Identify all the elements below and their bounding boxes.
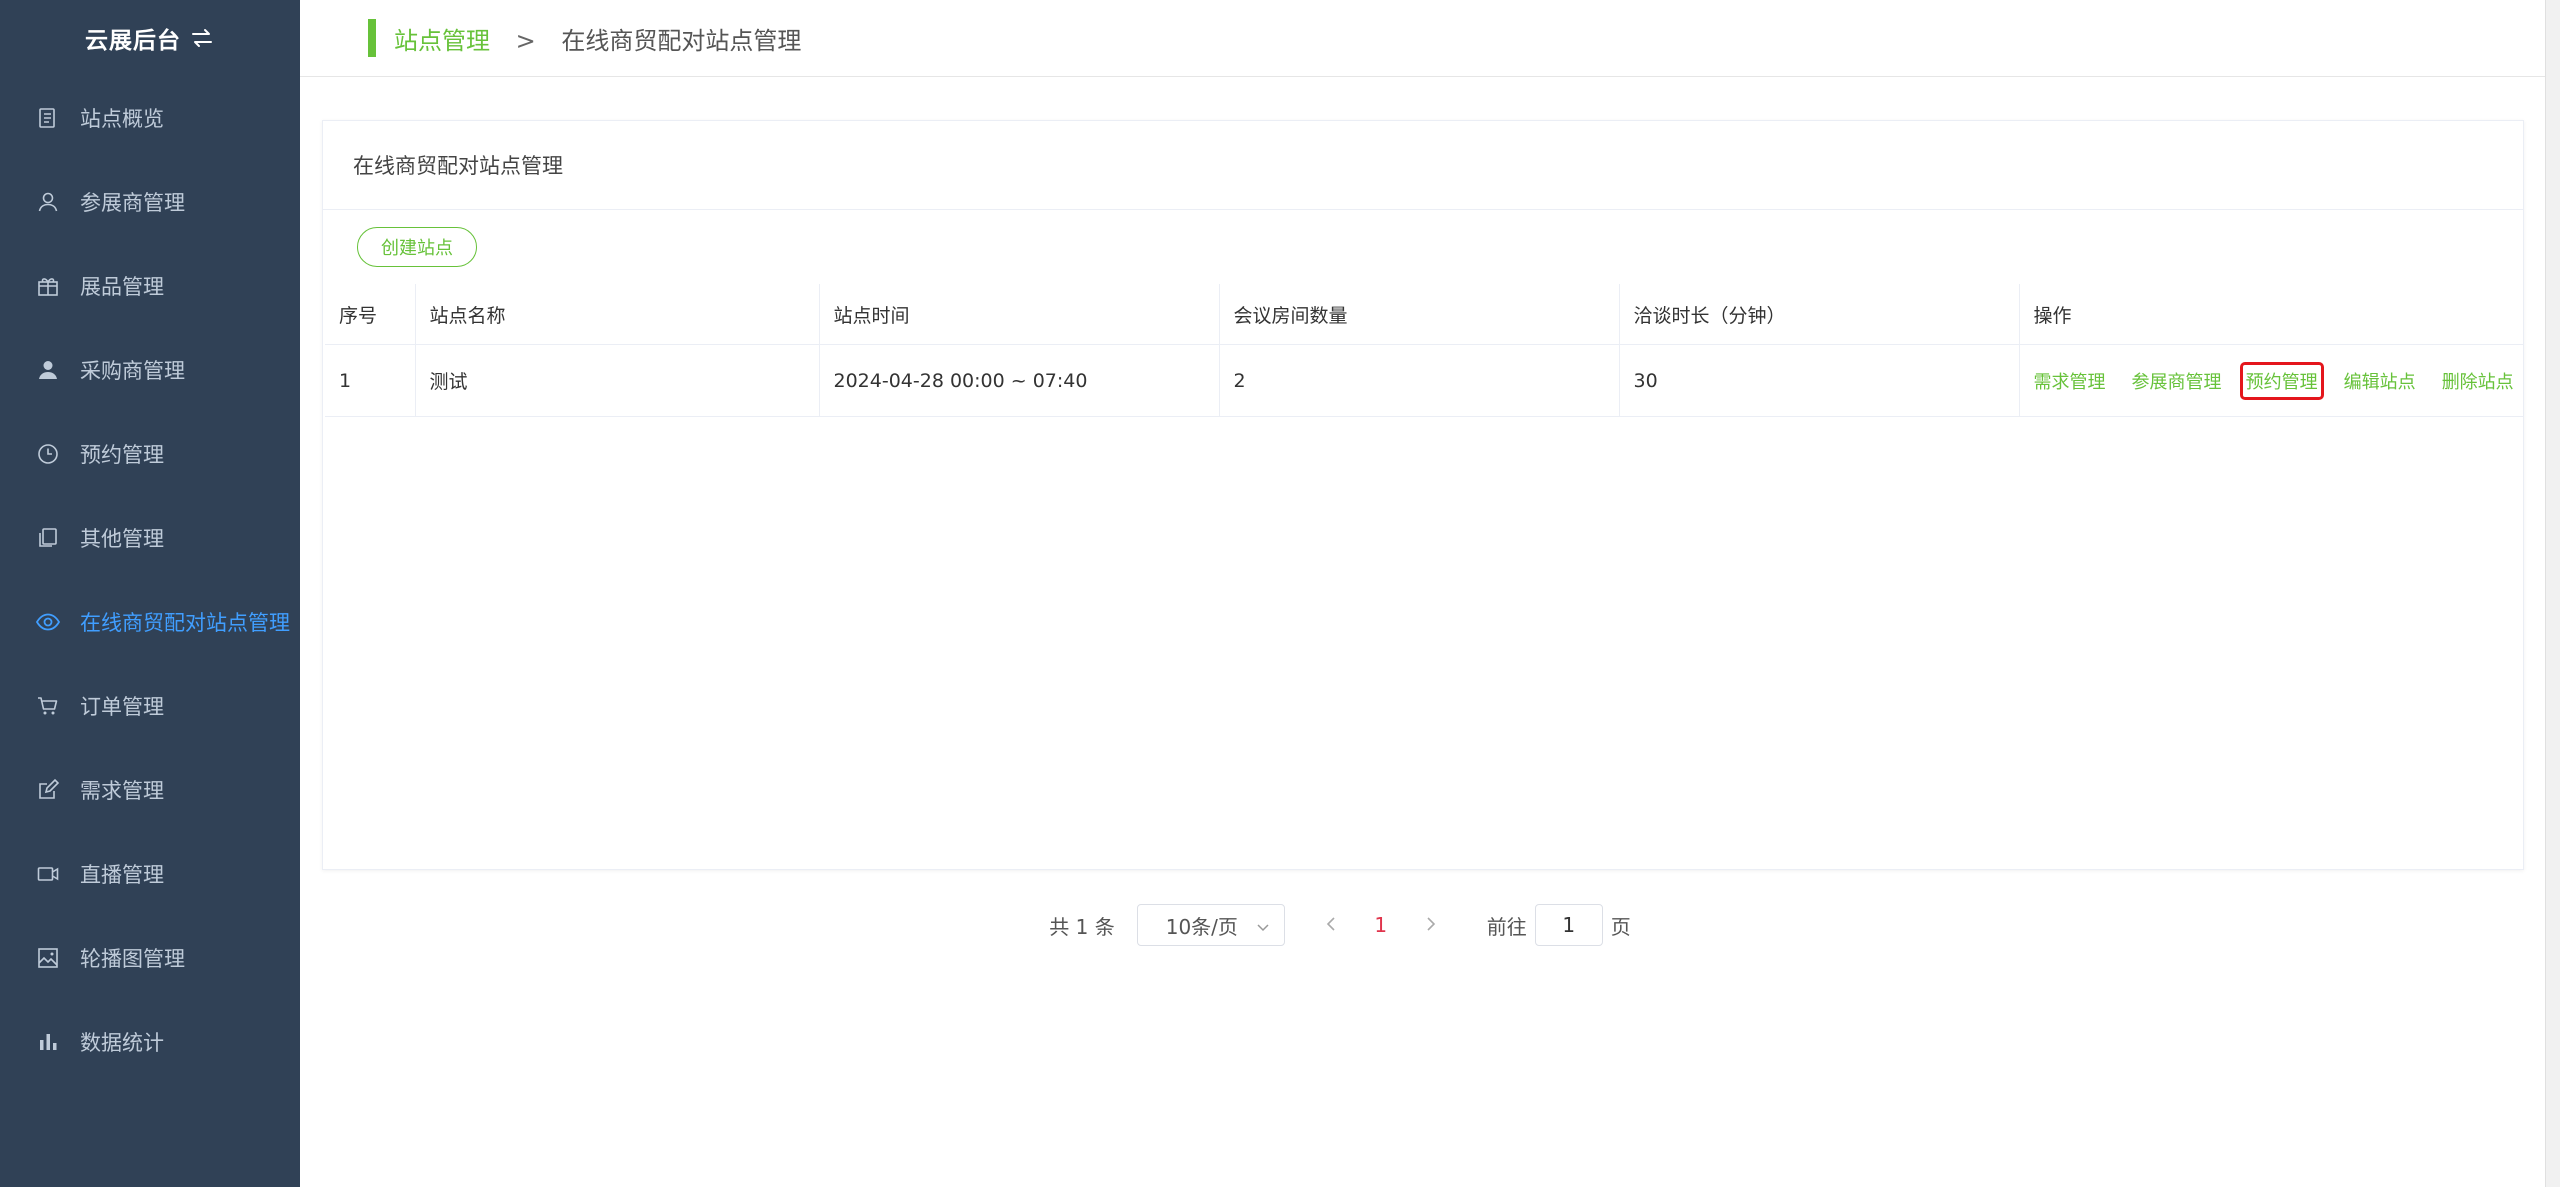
page-size-value: 10条/页 [1165, 914, 1238, 939]
sidebar-item-label: 参展商管理 [80, 191, 185, 215]
sidebar-item-demands[interactable]: 需求管理 [0, 748, 300, 832]
sidebar-item-orders[interactable]: 订单管理 [0, 664, 300, 748]
sidebar-item-label: 站点概览 [80, 107, 164, 131]
user-icon [34, 188, 62, 216]
video-icon [34, 860, 62, 888]
sidebar-item-exhibitors[interactable]: 参展商管理 [0, 160, 300, 244]
cart-icon [34, 692, 62, 720]
brand: 云展后台 [0, 0, 300, 76]
column-header-index: 序号 [325, 284, 416, 345]
sidebar-item-statistics[interactable]: 数据统计 [0, 1000, 300, 1084]
sidebar-item-label: 采购商管理 [80, 359, 185, 383]
sidebar-item-label: 在线商贸配对站点管理 [80, 611, 290, 635]
breadcrumb: 站点管理 > 在线商贸配对站点管理 [394, 21, 801, 56]
cell-rooms: 2 [1219, 344, 1620, 417]
pagination: 共 1 条 10条/页 1 前往 页 [0, 900, 2560, 950]
column-header-rooms: 会议房间数量 [1219, 284, 1620, 345]
cell-actions: 需求管理 参展商管理 预约管理 编辑站点 删除站点 [2019, 344, 2523, 417]
sidebar-item-site-overview[interactable]: 站点概览 [0, 76, 300, 160]
prev-page-button[interactable] [1311, 913, 1351, 938]
copy-icon [34, 524, 62, 552]
sidebar-item-label: 订单管理 [80, 695, 164, 719]
pagination-total: 共 1 条 [1049, 914, 1115, 939]
next-page-button[interactable] [1411, 913, 1451, 938]
goto-label: 前往 [1486, 914, 1527, 939]
column-header-actions: 操作 [2019, 284, 2523, 345]
column-header-name: 站点名称 [415, 284, 820, 345]
sidebar-item-label: 预约管理 [80, 443, 164, 467]
sidebar-item-products[interactable]: 展品管理 [0, 244, 300, 328]
eye-icon [34, 608, 62, 636]
site-list-card: 在线商贸配对站点管理 创建站点 序号 站点名称 站点时间 会议房间数量 洽谈时长… [322, 120, 2524, 870]
edit-icon [34, 776, 62, 804]
site-table: 序号 站点名称 站点时间 会议房间数量 洽谈时长（分钟） 操作 1 测试 202… [325, 284, 2523, 417]
sidebar-item-label: 数据统计 [80, 1031, 164, 1055]
page-scrollbar[interactable] [2545, 0, 2560, 1187]
cell-time: 2024-04-28 00:00 ~ 07:40 [819, 344, 1220, 417]
sidebar-item-others[interactable]: 其他管理 [0, 496, 300, 580]
document-icon [34, 104, 62, 132]
breadcrumb-parent[interactable]: 站点管理 [394, 27, 490, 55]
chevron-down-icon [1256, 913, 1270, 937]
cell-index: 1 [325, 344, 416, 417]
demand-manage-link[interactable]: 需求管理 [2034, 368, 2106, 394]
create-site-button[interactable]: 创建站点 [357, 227, 477, 267]
person-icon [34, 356, 62, 384]
sidebar-item-matchmaking-sites[interactable]: 在线商贸配对站点管理 [0, 580, 300, 664]
table-header-row: 序号 站点名称 站点时间 会议房间数量 洽谈时长（分钟） 操作 [325, 284, 2523, 345]
table-row: 1 测试 2024-04-28 00:00 ~ 07:40 2 30 需求管理 … [325, 344, 2523, 417]
cell-name: 测试 [415, 344, 820, 417]
page-suffix: 页 [1610, 914, 1631, 939]
header: 站点管理 > 在线商贸配对站点管理 [300, 0, 2560, 77]
breadcrumb-current: 在线商贸配对站点管理 [561, 26, 802, 55]
clock-icon [34, 440, 62, 468]
sidebar-item-label: 其他管理 [80, 527, 164, 551]
breadcrumb-separator: > [515, 26, 536, 55]
sidebar-item-appointments[interactable]: 预约管理 [0, 412, 300, 496]
appointment-manage-link[interactable]: 预约管理 [2239, 361, 2324, 400]
sidebar-item-label: 直播管理 [80, 863, 164, 887]
sidebar-item-label: 需求管理 [80, 779, 164, 803]
sidebar-item-label: 展品管理 [80, 275, 164, 299]
exhibitor-manage-link[interactable]: 参展商管理 [2132, 368, 2222, 394]
delete-site-link[interactable]: 删除站点 [2442, 368, 2514, 394]
header-accent-bar [368, 19, 376, 57]
edit-site-link[interactable]: 编辑站点 [2344, 368, 2416, 394]
gift-icon [34, 272, 62, 300]
card-title: 在线商贸配对站点管理 [323, 121, 2523, 210]
brand-title: 云展后台 [85, 28, 181, 54]
column-header-time: 站点时间 [819, 284, 1220, 345]
sidebar: 云展后台 站点概览 参展商管理 展品管理 采购商管理 预约管理 其他管理 在线商… [0, 0, 300, 1187]
page-size-select[interactable]: 10条/页 [1136, 904, 1285, 946]
sidebar-item-buyers[interactable]: 采购商管理 [0, 328, 300, 412]
cell-duration: 30 [1619, 344, 2020, 417]
goto-page-input[interactable] [1534, 904, 1603, 946]
swap-icon[interactable] [189, 27, 215, 49]
bar-chart-icon [34, 1028, 62, 1056]
column-header-duration: 洽谈时长（分钟） [1619, 284, 2020, 345]
page-number[interactable]: 1 [1351, 913, 1411, 937]
